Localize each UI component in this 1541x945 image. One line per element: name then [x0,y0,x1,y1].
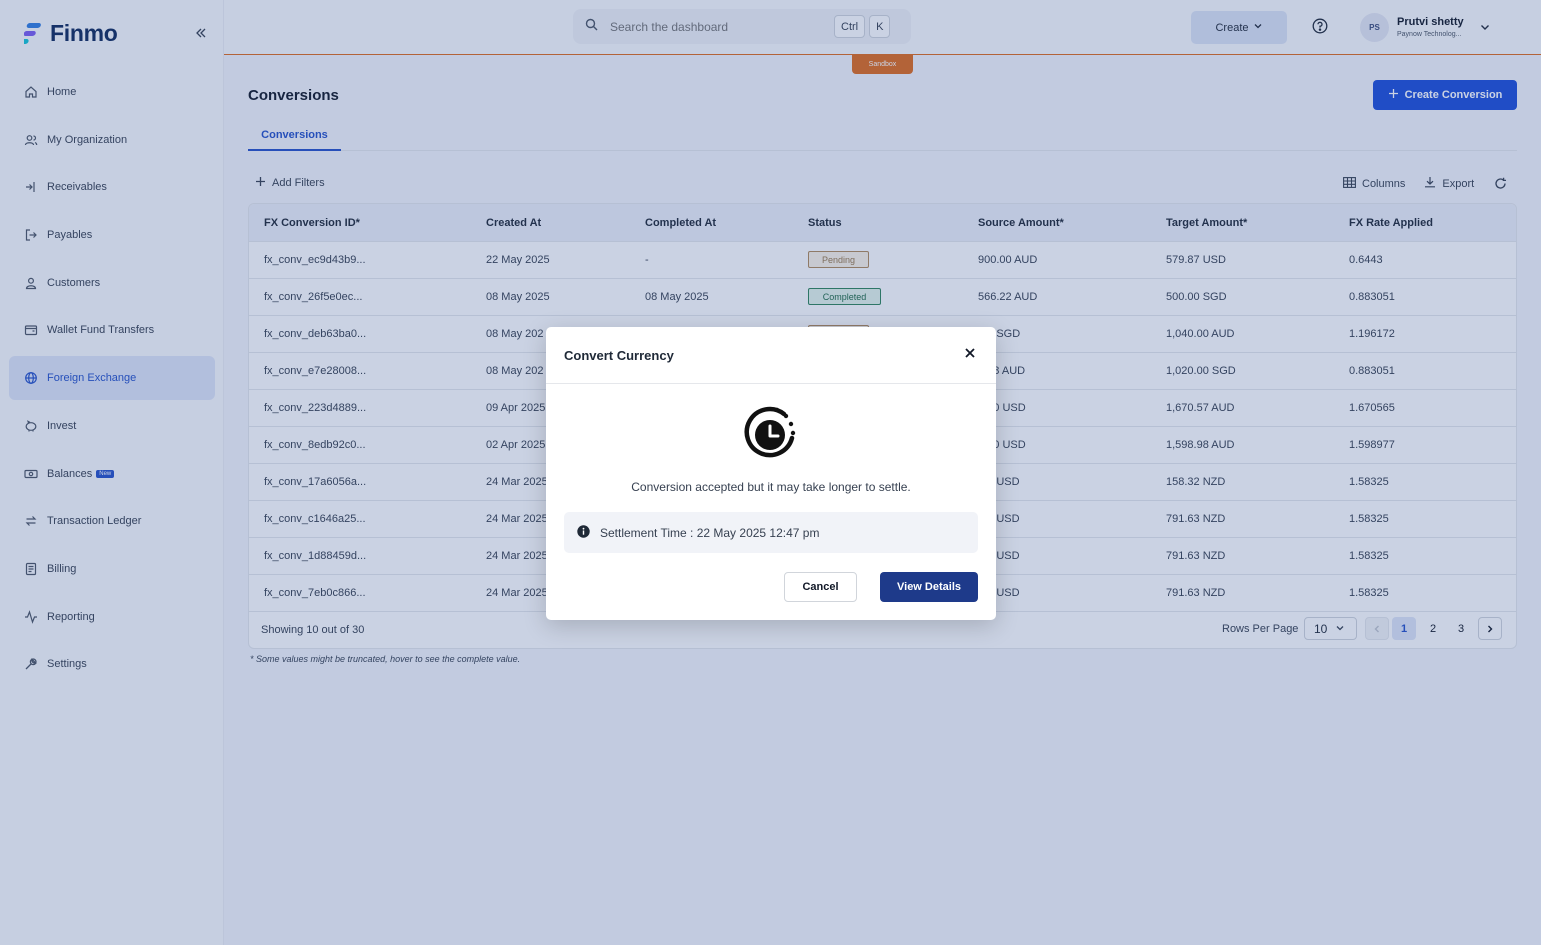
settlement-info: Settlement Time : 22 May 2025 12:47 pm [564,512,978,553]
cancel-button[interactable]: Cancel [784,572,857,602]
modal-divider [546,383,996,384]
modal-title: Convert Currency [564,348,674,363]
clock-pending-icon [744,405,798,459]
view-details-button[interactable]: View Details [880,572,978,602]
convert-currency-modal: Convert Currency Conversion accepted but… [546,327,996,620]
settlement-time: Settlement Time : 22 May 2025 12:47 pm [600,525,820,540]
close-icon[interactable] [963,346,977,360]
modal-message: Conversion accepted but it may take long… [631,480,911,494]
info-icon [577,524,590,541]
